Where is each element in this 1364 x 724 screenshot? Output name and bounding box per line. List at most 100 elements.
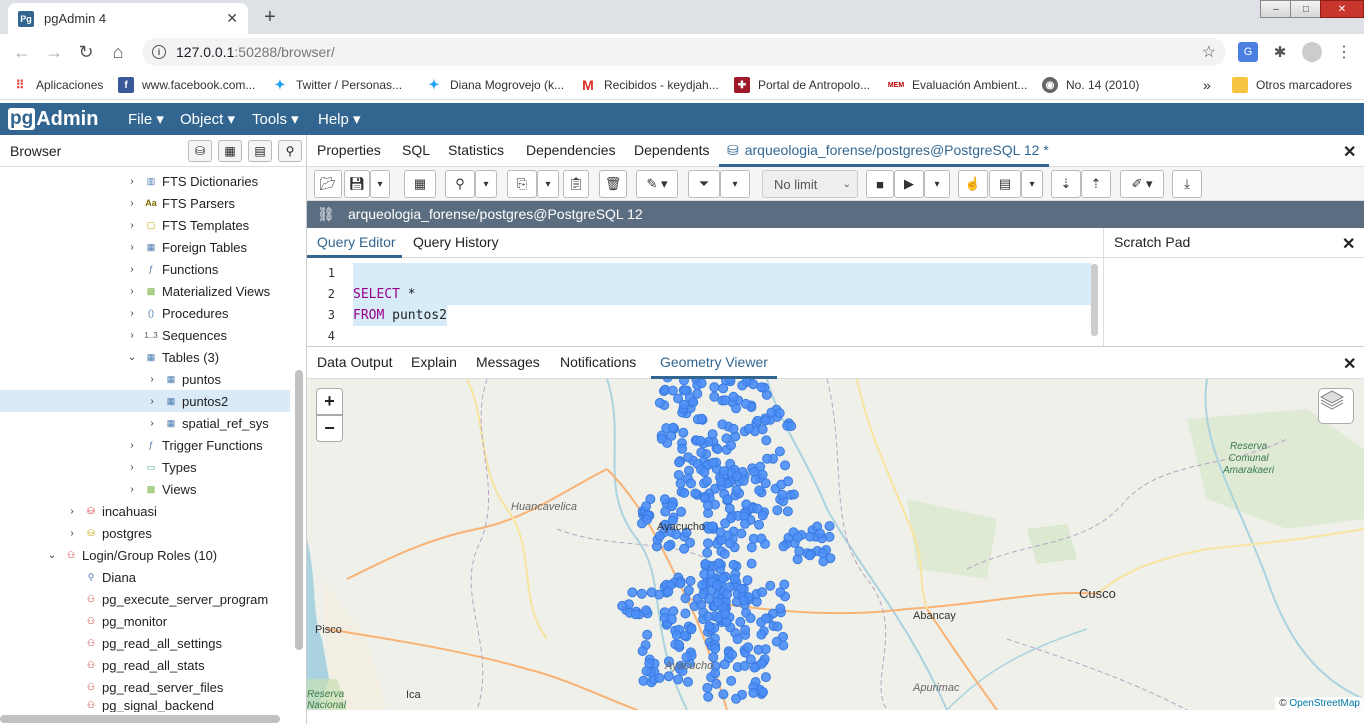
- chrome-menu-icon[interactable]: ⋮: [1334, 42, 1354, 62]
- explain-analyze-icon[interactable]: ▤: [989, 170, 1021, 198]
- chevron-down-icon[interactable]: ⌄: [126, 352, 138, 363]
- geometry-point[interactable]: [743, 642, 754, 653]
- geometry-point[interactable]: [779, 579, 790, 590]
- geometry-point[interactable]: [782, 506, 793, 517]
- geometry-point[interactable]: [676, 506, 687, 517]
- tree-node-role[interactable]: ⚇ pg_signal_backend: [84, 698, 214, 712]
- geometry-point[interactable]: [792, 532, 803, 543]
- tab-dependents[interactable]: Dependents: [634, 142, 710, 158]
- geometry-point[interactable]: [679, 399, 689, 410]
- geometry-point[interactable]: [654, 397, 665, 408]
- geometry-point[interactable]: [745, 613, 756, 624]
- tree-horizontal-scrollbar[interactable]: [0, 715, 280, 723]
- geometry-point[interactable]: [760, 613, 771, 624]
- chevron-right-icon[interactable]: ›: [146, 374, 158, 385]
- geometry-point[interactable]: [690, 488, 701, 499]
- copy-icon[interactable]: ⎘: [507, 170, 537, 198]
- geometry-point[interactable]: [735, 616, 746, 627]
- geometry-point[interactable]: [713, 597, 723, 608]
- paste-icon[interactable]: 📋︎: [563, 170, 589, 198]
- geometry-point[interactable]: [696, 413, 707, 424]
- geometry-viewer-map[interactable]: Huancavelica Ayacucho Ayacucho Abancay C…: [307, 379, 1364, 710]
- close-scratch-pad-icon[interactable]: ✕: [1342, 234, 1355, 254]
- tab-data-output[interactable]: Data Output: [317, 354, 393, 370]
- download-icon[interactable]: ⤓: [1172, 170, 1202, 198]
- geometry-point[interactable]: [636, 588, 647, 599]
- tree-node-role[interactable]: ⚇ pg_read_server_files: [84, 676, 223, 698]
- geometry-point[interactable]: [722, 494, 733, 505]
- geometry-point[interactable]: [754, 519, 764, 530]
- geometry-point[interactable]: [746, 558, 757, 569]
- geometry-point[interactable]: [663, 671, 674, 682]
- geometry-point[interactable]: [728, 391, 739, 402]
- chevron-right-icon[interactable]: ›: [126, 176, 138, 187]
- geometry-point[interactable]: [760, 672, 771, 683]
- chevron-right-icon[interactable]: ›: [66, 528, 78, 539]
- zoom-out-button[interactable]: −: [316, 415, 343, 442]
- execute-icon[interactable]: ▶: [894, 170, 924, 198]
- geometry-point[interactable]: [674, 457, 685, 468]
- geometry-point[interactable]: [722, 589, 732, 600]
- browser-tab[interactable]: Pg pgAdmin 4 ✕: [8, 3, 248, 34]
- geometry-point[interactable]: [717, 419, 728, 430]
- explain-dropdown-chevron-icon[interactable]: ▾: [1021, 170, 1043, 198]
- chevron-right-icon[interactable]: ›: [126, 198, 138, 209]
- bookmark-star-icon[interactable]: ☆: [1202, 42, 1216, 62]
- tab-query-history[interactable]: Query History: [413, 234, 499, 250]
- forward-icon[interactable]: →: [42, 40, 66, 64]
- geometry-point[interactable]: [617, 600, 628, 611]
- geometry-point[interactable]: [700, 559, 711, 569]
- geometry-point[interactable]: [731, 485, 742, 496]
- chevron-right-icon[interactable]: ›: [126, 440, 138, 451]
- geometry-point[interactable]: [709, 382, 720, 393]
- geometry-point[interactable]: [775, 603, 786, 614]
- geometry-point[interactable]: [637, 646, 648, 656]
- geometry-point[interactable]: [786, 421, 797, 432]
- chevron-right-icon[interactable]: ›: [126, 264, 138, 275]
- geometry-point[interactable]: [679, 543, 690, 554]
- filtered-rows-icon[interactable]: ▤: [248, 140, 272, 162]
- rollback-icon[interactable]: ⇡: [1081, 170, 1111, 198]
- chevron-right-icon[interactable]: ›: [126, 330, 138, 341]
- tree-node-fts-dictionaries[interactable]: › ▥ FTS Dictionaries: [126, 170, 258, 192]
- minimize-button[interactable]: –: [1260, 0, 1292, 18]
- tab-properties[interactable]: Properties: [317, 142, 381, 158]
- bookmark-twitter-diana[interactable]: ✦ Diana Mogrovejo (k...: [426, 76, 565, 94]
- geometry-point[interactable]: [680, 593, 691, 604]
- back-icon[interactable]: ←: [10, 40, 34, 64]
- tab-dependencies[interactable]: Dependencies: [526, 142, 616, 158]
- geometry-point[interactable]: [711, 580, 722, 591]
- geometry-point[interactable]: [719, 548, 730, 559]
- chevron-right-icon[interactable]: ›: [66, 506, 78, 517]
- geometry-point[interactable]: [754, 485, 765, 496]
- geometry-point[interactable]: [646, 587, 657, 598]
- geometry-point[interactable]: [731, 403, 741, 414]
- geometry-point[interactable]: [738, 595, 749, 606]
- geometry-point[interactable]: [714, 558, 724, 569]
- edit-grid-icon[interactable]: ▦: [404, 170, 436, 198]
- geometry-point[interactable]: [728, 423, 739, 434]
- commit-icon[interactable]: ⇣: [1051, 170, 1081, 198]
- geometry-point[interactable]: [656, 433, 667, 444]
- geometry-point[interactable]: [758, 687, 768, 698]
- geometry-point[interactable]: [699, 467, 710, 478]
- geometry-point[interactable]: [783, 476, 794, 487]
- tree-node-incahuasi[interactable]: › ⛁ incahuasi: [66, 500, 157, 522]
- tab-geometry-viewer[interactable]: Geometry Viewer: [660, 354, 768, 370]
- geometry-point[interactable]: [760, 478, 771, 489]
- geometry-point[interactable]: [702, 682, 713, 693]
- geometry-point[interactable]: [756, 533, 767, 544]
- geometry-point[interactable]: [740, 624, 751, 635]
- tree-node-role[interactable]: ⚇ pg_monitor: [84, 610, 167, 632]
- geometry-point[interactable]: [642, 629, 653, 640]
- geometry-point[interactable]: [748, 687, 759, 698]
- geometry-point[interactable]: [679, 379, 689, 386]
- geometry-point[interactable]: [748, 379, 759, 390]
- geometry-point[interactable]: [804, 550, 815, 561]
- geometry-point[interactable]: [701, 476, 712, 487]
- geometry-point[interactable]: [756, 382, 767, 393]
- geometry-point[interactable]: [726, 675, 737, 686]
- tab-query-tool[interactable]: ⛁ arqueologia_forense/postgres@PostgreSQL…: [727, 142, 1049, 159]
- geometry-point[interactable]: [753, 644, 764, 655]
- chevron-right-icon[interactable]: ›: [146, 418, 158, 429]
